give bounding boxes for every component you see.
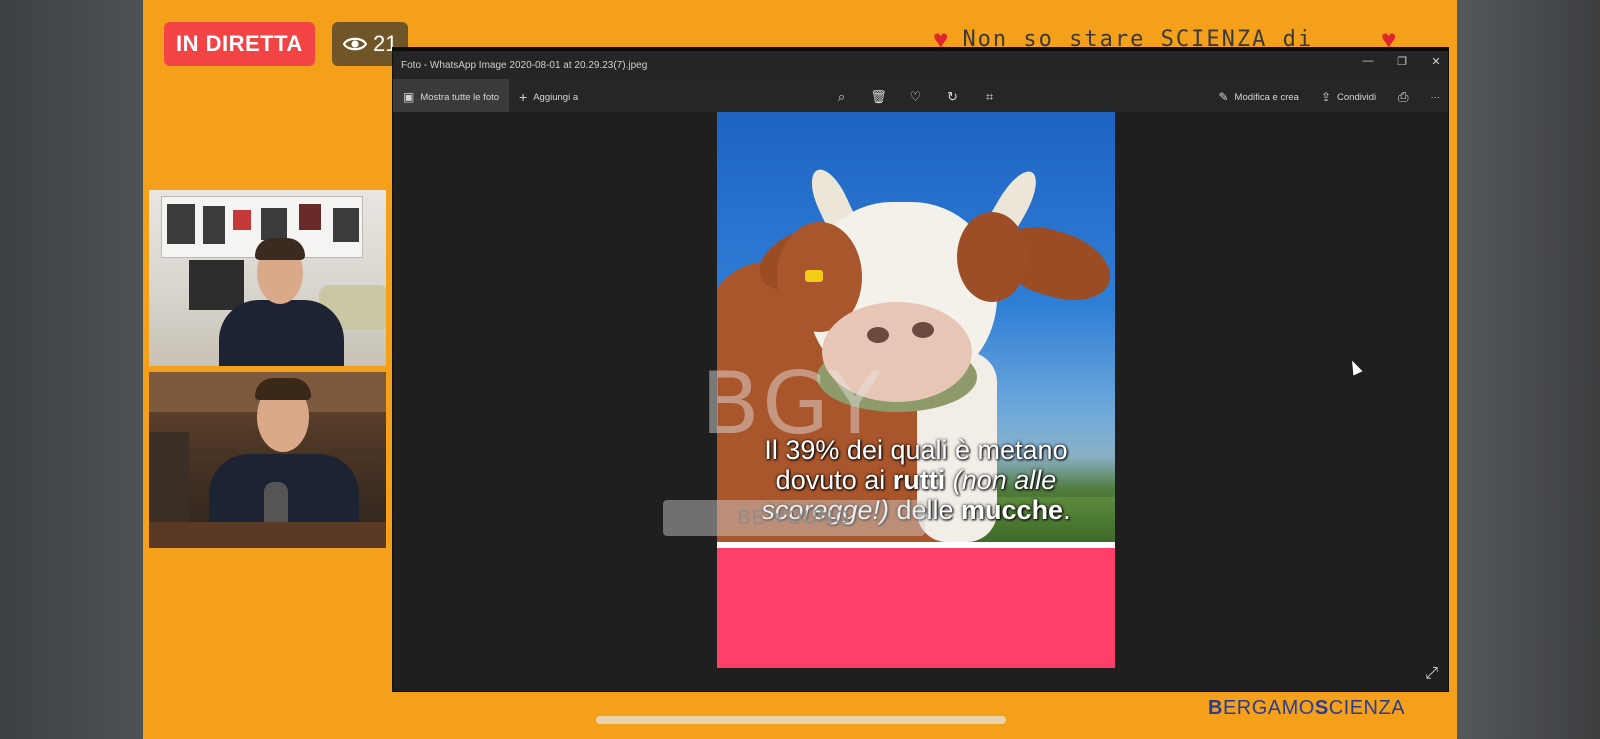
picture-frame <box>233 210 251 230</box>
host-body <box>219 300 344 366</box>
show-all-photos-label: Mostra tutte le foto <box>420 91 500 103</box>
delete-icon[interactable]: 🗑 <box>870 89 887 105</box>
toolbar-right: ✎ Modifica e crea ⇪ Condividi ⎙ ··· <box>1218 79 1440 115</box>
right-letterbox <box>1457 0 1600 739</box>
host-hair <box>255 238 305 260</box>
caption-bold: rutti <box>892 465 946 495</box>
photos-app-window: Foto - WhatsApp Image 2020-08-01 at 20.2… <box>392 47 1449 692</box>
bergamoscienza-logo: BERGAMOSCIENZA <box>1208 697 1405 720</box>
brand-text: ERGAMO <box>1222 697 1315 719</box>
caption-bold: mucche <box>961 495 1064 525</box>
cow-nostril <box>867 327 889 343</box>
left-letterbox <box>0 0 143 739</box>
picture-frame <box>261 208 287 240</box>
title-bar: Foto - WhatsApp Image 2020-08-01 at 20.2… <box>393 48 1448 79</box>
mouse-cursor-icon <box>1347 358 1363 376</box>
webcam-host <box>149 190 386 366</box>
edit-create-label: Modifica e crea <box>1234 91 1299 103</box>
guest-hair <box>255 378 311 400</box>
photo-toolbar: ▣ Mostra tutte le foto + Aggiungi a ⌕ 🗑 … <box>393 79 1448 115</box>
brand-text: CIENZA <box>1328 697 1406 719</box>
rotate-icon[interactable]: ↻ <box>944 89 961 105</box>
picture-frame <box>203 206 225 244</box>
print-icon[interactable]: ⎙ <box>1398 89 1408 105</box>
edit-icon: ✎ <box>1218 90 1229 104</box>
picture-frame <box>299 204 321 230</box>
share-button[interactable]: ⇪ Condividi <box>1321 90 1376 104</box>
pink-panel <box>717 548 1115 668</box>
caption-text: dovuto ai <box>775 465 893 495</box>
show-all-photos-button[interactable]: ▣ Mostra tutte le foto <box>393 79 510 115</box>
gallery-icon: ▣ <box>403 90 415 104</box>
restore-button[interactable]: ❐ <box>1396 55 1408 68</box>
favorite-icon[interactable]: ♡ <box>907 89 924 105</box>
caption-italic: (non alle <box>945 465 1057 495</box>
photo-canvas: Il 39% dei quali è metano dovuto ai rutt… <box>393 112 1448 691</box>
add-to-label: Aggiungi a <box>533 91 579 103</box>
watermark-logo: BGY <box>700 354 886 454</box>
crop-icon[interactable]: ⌗ <box>981 89 998 105</box>
minimize-button[interactable]: — <box>1362 55 1374 68</box>
home-indicator[interactable] <box>596 716 1006 724</box>
fullscreen-icon[interactable]: ⤢ <box>1425 665 1438 683</box>
more-options-button[interactable]: ··· <box>1431 92 1441 103</box>
share-icon: ⇪ <box>1320 90 1332 104</box>
ear-tag <box>805 270 823 282</box>
add-to-button[interactable]: + Aggiungi a <box>509 79 588 115</box>
brand-letter: B <box>1208 697 1223 719</box>
live-badge: IN DIRETTA <box>164 22 315 66</box>
window-controls: — ❐ ✕ <box>1362 55 1442 68</box>
cow-patch <box>957 212 1027 302</box>
zoom-icon[interactable]: ⌕ <box>833 89 850 105</box>
office-chair <box>189 260 244 310</box>
edit-create-button[interactable]: ✎ Modifica e crea <box>1218 90 1298 104</box>
plus-icon: + <box>519 89 528 105</box>
close-button[interactable]: ✕ <box>1430 55 1442 68</box>
watermark-bar: BE YOUNG <box>663 500 925 536</box>
photo-actions: ⌕ 🗑 ♡ ↻ ⌗ <box>833 79 998 115</box>
share-label: Condividi <box>1337 91 1377 103</box>
eye-icon <box>343 37 367 51</box>
picture-frame <box>333 208 359 242</box>
caption-text: . <box>1063 495 1071 525</box>
window-title: Foto - WhatsApp Image 2020-08-01 at 20.2… <box>401 59 648 71</box>
picture-frame <box>167 204 195 244</box>
desk <box>149 522 386 548</box>
webcam-guest <box>149 372 386 548</box>
caption-line-2: dovuto ai rutti (non alle <box>717 465 1115 495</box>
cow-nostril <box>912 322 934 338</box>
brand-letter: S <box>1314 697 1329 719</box>
stream-stage: IN DIRETTA 21 ♥ Non so stare SCIENZA di … <box>143 0 1457 739</box>
